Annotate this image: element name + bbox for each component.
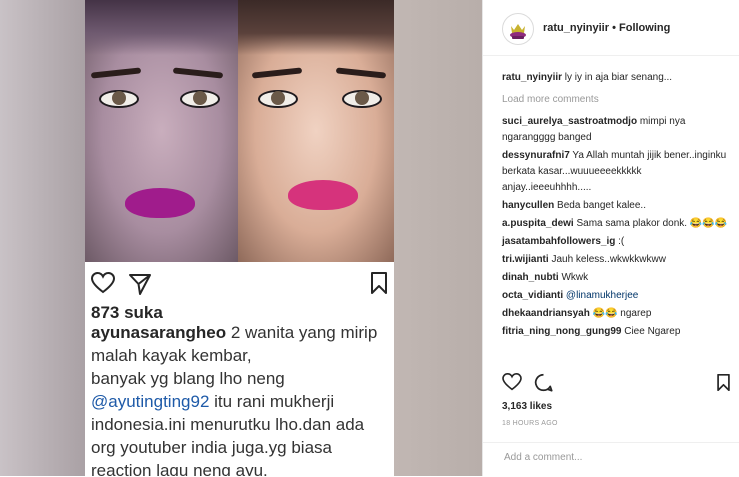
heart-icon[interactable] bbox=[502, 373, 522, 391]
comment-user[interactable]: hanycullen bbox=[502, 200, 554, 211]
likes-count[interactable]: 3,163 likes bbox=[502, 401, 552, 412]
load-more-comments-link[interactable]: Load more comments bbox=[502, 92, 728, 108]
send-icon bbox=[129, 274, 151, 295]
face-comparison-image bbox=[85, 0, 394, 262]
bookmark-icon bbox=[371, 272, 387, 294]
comment-user[interactable]: tri.wijianti bbox=[502, 254, 549, 265]
embedded-likes: 873 suka bbox=[91, 303, 163, 322]
comment-user[interactable]: suci_aurelya_sastroatmodjo bbox=[502, 116, 637, 127]
embedded-caption-mention: @ayutingting92 bbox=[91, 392, 210, 411]
comment-item: dinah_nubti Wkwk bbox=[502, 270, 728, 286]
add-comment-input[interactable] bbox=[502, 451, 726, 464]
comment-user[interactable]: fitria_ning_nong_gung99 bbox=[502, 326, 621, 337]
bookmark-icon[interactable] bbox=[717, 374, 730, 391]
embedded-caption-line2: banyak yg blang lho neng bbox=[91, 369, 285, 388]
face-left-image bbox=[85, 0, 238, 262]
crown-logo-icon bbox=[504, 15, 532, 43]
comment-text: Wkwk bbox=[558, 272, 589, 283]
header-username[interactable]: ratu_nyinyiir bbox=[543, 22, 609, 34]
comment-text: ly iy in aja biar senang... bbox=[562, 72, 673, 83]
comment-item: fitria_ning_nong_gung99 Ciee Ngarep bbox=[502, 324, 728, 340]
comment-text: :( bbox=[615, 236, 625, 247]
comment-user[interactable]: dinah_nubti bbox=[502, 272, 559, 283]
comment-user[interactable]: dessynurafni7 bbox=[502, 150, 570, 161]
comment-user[interactable]: ratu_nyinyiir bbox=[502, 72, 562, 83]
screenshot-photo: 873 suka ayunasarangheo 2 wanita yang mi… bbox=[85, 0, 394, 476]
post-header: ratu_nyinyiir • Following bbox=[483, 0, 739, 56]
comment-item: jasatambahfollowers_ig :( bbox=[502, 234, 728, 250]
comment-item: suci_aurelya_sastroatmodjo mimpi nya nga… bbox=[502, 114, 728, 146]
comment-text: Jauh keless..wkwkkwkww bbox=[548, 254, 666, 265]
follow-status[interactable]: Following bbox=[619, 22, 670, 34]
face-right-image bbox=[238, 0, 394, 262]
comment-item: hanycullen Beda banget kalee.. bbox=[502, 198, 728, 214]
comment-item: dhekaandriansyah 😂😂 ngarep bbox=[502, 306, 728, 322]
comment-text: 😂😂 ngarep bbox=[589, 308, 652, 319]
comment-item: tri.wijianti Jauh keless..wkwkkwkww bbox=[502, 252, 728, 268]
comment-user[interactable]: octa_vidianti bbox=[502, 290, 563, 301]
post-actions bbox=[502, 373, 730, 395]
heart-icon bbox=[91, 272, 115, 294]
comments-list: ratu_nyinyiir ly iy in aja biar senang..… bbox=[502, 70, 728, 342]
add-comment-area bbox=[483, 442, 739, 477]
comment-item: dessynurafni7 Ya Allah muntah jijik bene… bbox=[502, 148, 728, 196]
post-timestamp[interactable]: 18 HOURS AGO bbox=[502, 420, 558, 427]
avatar[interactable] bbox=[502, 13, 534, 45]
comment-item: a.puspita_dewi Sama sama plakor donk. 😂😂… bbox=[502, 216, 728, 232]
embedded-post-footer: 873 suka ayunasarangheo 2 wanita yang mi… bbox=[85, 262, 394, 476]
comment-user[interactable]: a.puspita_dewi bbox=[502, 218, 574, 229]
comment-icon[interactable] bbox=[534, 373, 553, 392]
post-side-panel: ratu_nyinyiir • Following ratu_nyinyiir … bbox=[482, 0, 739, 476]
comment-text: Beda banget kalee.. bbox=[554, 200, 646, 211]
embedded-actions bbox=[91, 272, 387, 296]
comment-user[interactable]: jasatambahfollowers_ig bbox=[502, 236, 615, 247]
caption-comment: ratu_nyinyiir ly iy in aja biar senang..… bbox=[502, 70, 728, 86]
embedded-caption-user: ayunasarangheo bbox=[91, 323, 227, 342]
comment-user[interactable]: dhekaandriansyah bbox=[502, 308, 590, 319]
header-username-row: ratu_nyinyiir • Following bbox=[543, 22, 670, 34]
header-separator: • bbox=[609, 22, 619, 34]
post-image[interactable]: 873 suka ayunasarangheo 2 wanita yang mi… bbox=[0, 0, 482, 476]
comment-mention-link[interactable]: @linamukherjee bbox=[566, 290, 638, 301]
embedded-caption: ayunasarangheo 2 wanita yang mirip malah… bbox=[91, 321, 389, 476]
comment-text: Ciee Ngarep bbox=[621, 326, 681, 337]
comment-text: Sama sama plakor donk. 😂😂😂 bbox=[573, 218, 728, 229]
comment-item: octa_vidianti @linamukherjee bbox=[502, 288, 728, 304]
